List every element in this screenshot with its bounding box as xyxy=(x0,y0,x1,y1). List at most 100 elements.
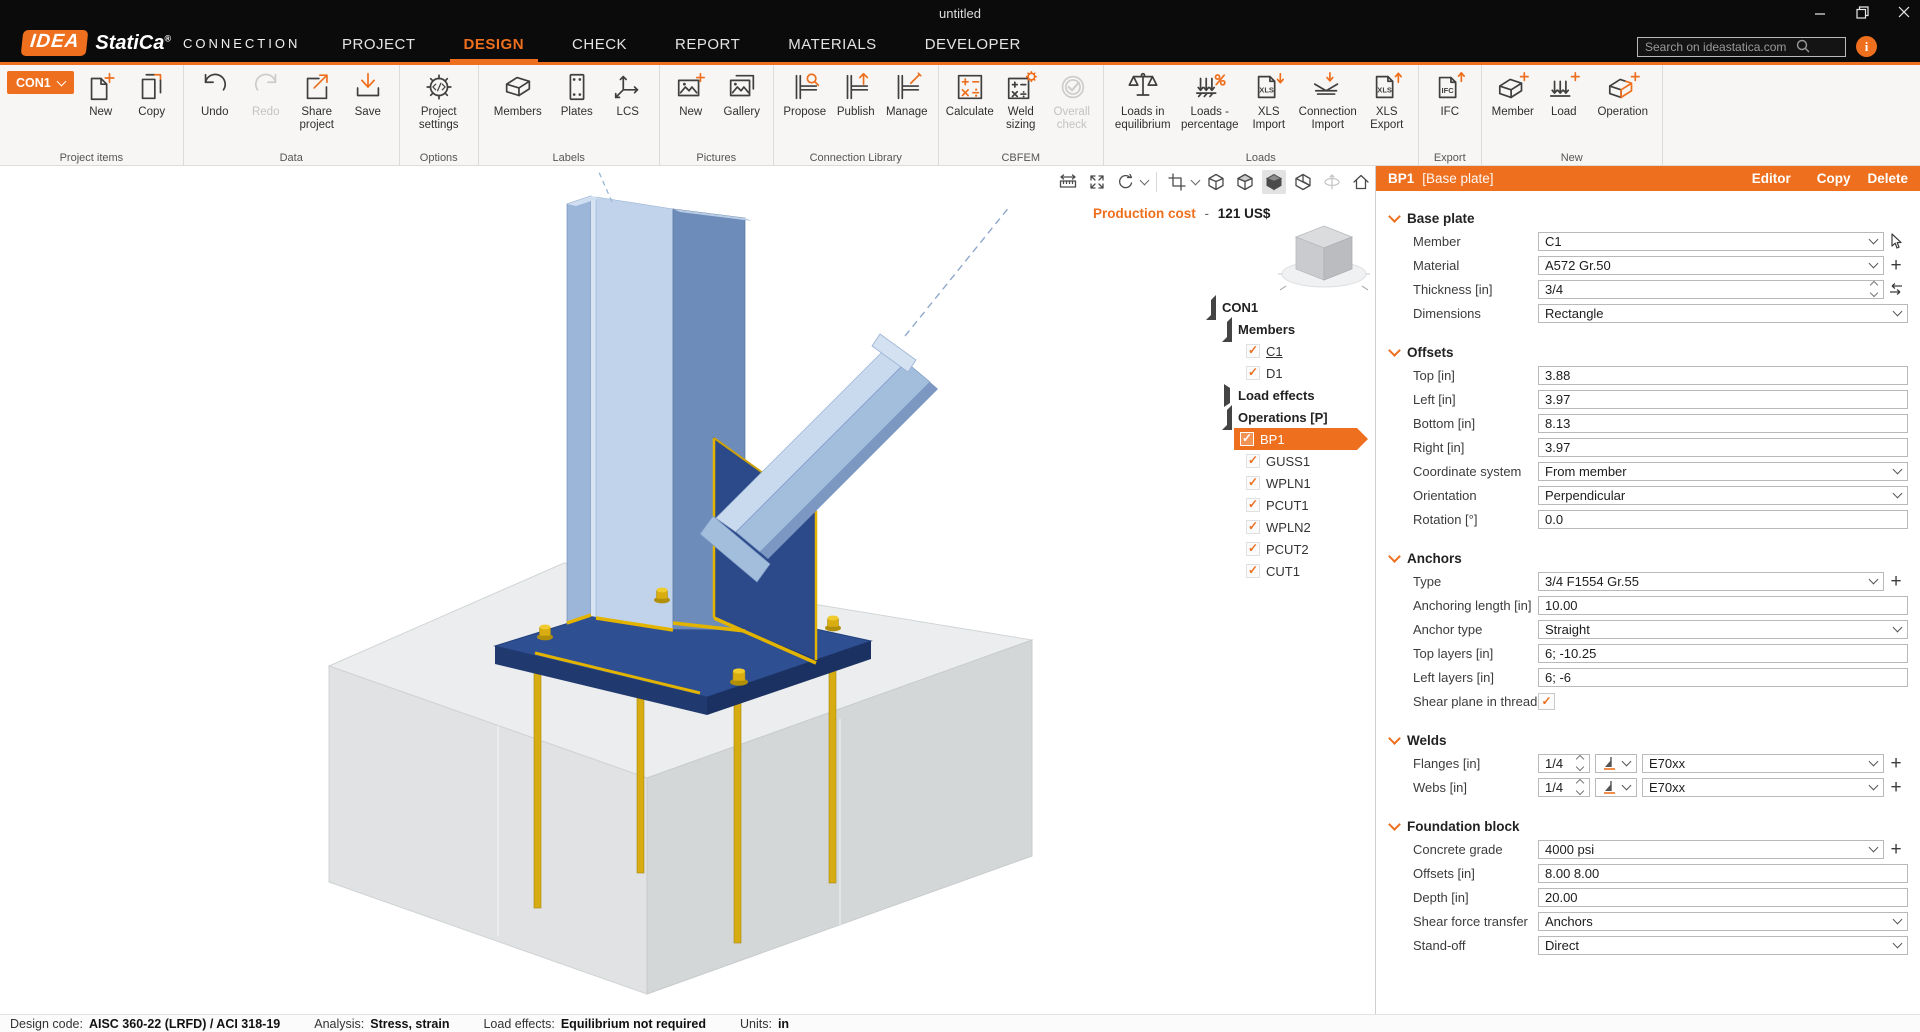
top-layers-input[interactable]: 6; -10.25 xyxy=(1538,644,1908,663)
flange-weld-type-select[interactable] xyxy=(1595,754,1637,773)
transparent-view-icon[interactable] xyxy=(1233,170,1257,194)
depth-input[interactable]: 20.00 xyxy=(1538,888,1908,907)
tab-design[interactable]: DESIGN xyxy=(462,27,527,62)
new-operation-button[interactable]: Operation xyxy=(1591,68,1655,121)
project-settings-button[interactable]: Project settings xyxy=(407,68,471,134)
spinner-arrows-icon[interactable] xyxy=(1577,780,1583,794)
section-collapse-icon[interactable] xyxy=(1388,210,1401,223)
tree-item-c1[interactable]: C1 xyxy=(1206,340,1368,362)
tree-node-con1[interactable]: CON1 xyxy=(1206,296,1368,318)
spinner-arrows-icon[interactable] xyxy=(1871,282,1877,296)
navigation-cube[interactable] xyxy=(1276,218,1372,294)
stand-off-select[interactable]: Direct xyxy=(1538,936,1908,955)
connection-selector[interactable]: CON1 xyxy=(7,71,74,94)
spinner-arrows-icon[interactable] xyxy=(1577,756,1583,770)
overall-check-button[interactable]: Overall check xyxy=(1048,68,1096,134)
tree-item-pcut1[interactable]: PCUT1 xyxy=(1206,494,1368,516)
checkbox-checked-icon[interactable] xyxy=(1246,498,1260,512)
close-icon[interactable] xyxy=(1896,4,1912,20)
top-offset-input[interactable]: 3.88 xyxy=(1538,366,1908,385)
checkbox-checked-icon[interactable] xyxy=(1246,344,1260,358)
loads-in-equilibrium-button[interactable]: Loads in equilibrium xyxy=(1111,68,1175,134)
clipping-icon[interactable] xyxy=(1165,170,1189,194)
tab-check[interactable]: CHECK xyxy=(570,27,629,62)
tree-item-wpln1[interactable]: WPLN1 xyxy=(1206,472,1368,494)
shear-plane-checkbox[interactable] xyxy=(1538,693,1555,710)
tree-item-guss1[interactable]: GUSS1 xyxy=(1206,450,1368,472)
orientation-select[interactable]: Perpendicular xyxy=(1538,486,1908,505)
web-weld-size-spinner[interactable]: 1/4 xyxy=(1538,778,1590,797)
add-material-button[interactable] xyxy=(1884,256,1908,275)
solid-view-icon[interactable] xyxy=(1262,170,1286,194)
section-collapse-icon[interactable] xyxy=(1388,732,1401,745)
rotation-axis-icon[interactable] xyxy=(1320,170,1344,194)
tree-expanded-icon[interactable] xyxy=(1222,317,1232,342)
tree-item-pcut2[interactable]: PCUT2 xyxy=(1206,538,1368,560)
copy-operation-button[interactable]: Copy xyxy=(1817,171,1851,186)
tree-node-members[interactable]: Members xyxy=(1206,318,1368,340)
thickness-spinner[interactable]: 3/4 xyxy=(1538,280,1884,299)
weld-sizing-button[interactable]: Weld sizing xyxy=(997,68,1045,134)
anchor-type-select[interactable]: Straight xyxy=(1538,620,1908,639)
add-weld-material-button[interactable] xyxy=(1884,754,1908,773)
checkbox-checked-icon[interactable] xyxy=(1246,366,1260,380)
zoom-fit-icon[interactable] xyxy=(1085,170,1109,194)
shear-force-transfer-select[interactable]: Anchors xyxy=(1538,912,1908,931)
tree-expanded-icon[interactable] xyxy=(1222,405,1232,430)
concrete-grade-select[interactable]: 4000 psi xyxy=(1538,840,1884,859)
flange-weld-size-spinner[interactable]: 1/4 xyxy=(1538,754,1590,773)
swap-dimensions-icon[interactable] xyxy=(1884,283,1908,295)
delete-operation-button[interactable]: Delete xyxy=(1867,171,1908,186)
left-layers-input[interactable]: 6; -6 xyxy=(1538,668,1908,687)
tab-project[interactable]: PROJECT xyxy=(340,27,418,62)
new-load-button[interactable]: Load xyxy=(1540,68,1588,121)
plates-labels-button[interactable]: Plates xyxy=(553,68,601,121)
tree-item-bp1-selected[interactable]: BP1 xyxy=(1206,428,1368,450)
add-weld-material-button[interactable] xyxy=(1884,778,1908,797)
wireframe-view-icon[interactable] xyxy=(1204,170,1228,194)
checkbox-checked-icon[interactable] xyxy=(1240,432,1254,446)
save-button[interactable]: Save xyxy=(344,68,392,121)
checkbox-checked-icon[interactable] xyxy=(1246,564,1260,578)
tab-developer[interactable]: DEVELOPER xyxy=(923,27,1023,62)
material-select[interactable]: A572 Gr.50 xyxy=(1538,256,1884,275)
right-offset-input[interactable]: 3.97 xyxy=(1538,438,1908,457)
3d-viewport[interactable]: Production cost - 121 US$ CON1 Members xyxy=(0,166,1374,1014)
new-picture-button[interactable]: New xyxy=(667,68,715,121)
dimensions-select[interactable]: Rectangle xyxy=(1538,304,1908,323)
manage-button[interactable]: Manage xyxy=(883,68,931,121)
tree-node-load-effects[interactable]: Load effects xyxy=(1206,384,1368,406)
xls-export-button[interactable]: XLS Export xyxy=(1363,68,1411,134)
ifc-export-button[interactable]: IFC xyxy=(1426,68,1474,121)
copy-project-button[interactable]: Copy xyxy=(128,68,176,121)
bottom-offset-input[interactable]: 8.13 xyxy=(1538,414,1908,433)
publish-button[interactable]: Publish xyxy=(832,68,880,121)
restore-icon[interactable] xyxy=(1854,4,1870,20)
section-collapse-icon[interactable] xyxy=(1388,818,1401,831)
connection-import-button[interactable]: Connection Import xyxy=(1296,68,1360,134)
measure-icon[interactable] xyxy=(1056,170,1080,194)
add-concrete-grade-button[interactable] xyxy=(1884,840,1908,859)
tree-item-d1[interactable]: D1 xyxy=(1206,362,1368,384)
new-project-button[interactable]: New xyxy=(77,68,125,121)
tree-collapsed-icon[interactable] xyxy=(1224,384,1230,407)
section-collapse-icon[interactable] xyxy=(1388,550,1401,563)
foundation-offsets-input[interactable]: 8.00 8.00 xyxy=(1538,864,1908,883)
section-view-icon[interactable] xyxy=(1291,170,1315,194)
help-info-icon[interactable] xyxy=(1856,36,1877,57)
left-offset-input[interactable]: 3.97 xyxy=(1538,390,1908,409)
tab-report[interactable]: REPORT xyxy=(673,27,742,62)
tree-expanded-icon[interactable] xyxy=(1206,295,1216,320)
rotate-view-icon[interactable] xyxy=(1114,170,1138,194)
loads-percentage-button[interactable]: Loads - percentage xyxy=(1178,68,1242,134)
members-labels-button[interactable]: Members xyxy=(486,68,550,121)
xls-import-button[interactable]: XLS Import xyxy=(1245,68,1293,134)
checkbox-checked-icon[interactable] xyxy=(1246,542,1260,556)
propose-button[interactable]: Propose xyxy=(781,68,829,121)
flange-electrode-select[interactable]: E70xx xyxy=(1642,754,1884,773)
tree-item-cut1[interactable]: CUT1 xyxy=(1206,560,1368,582)
minimize-icon[interactable] xyxy=(1812,4,1828,20)
3d-scene[interactable] xyxy=(0,166,1374,1014)
lcs-button[interactable]: LCS xyxy=(604,68,652,121)
web-electrode-select[interactable]: E70xx xyxy=(1642,778,1884,797)
